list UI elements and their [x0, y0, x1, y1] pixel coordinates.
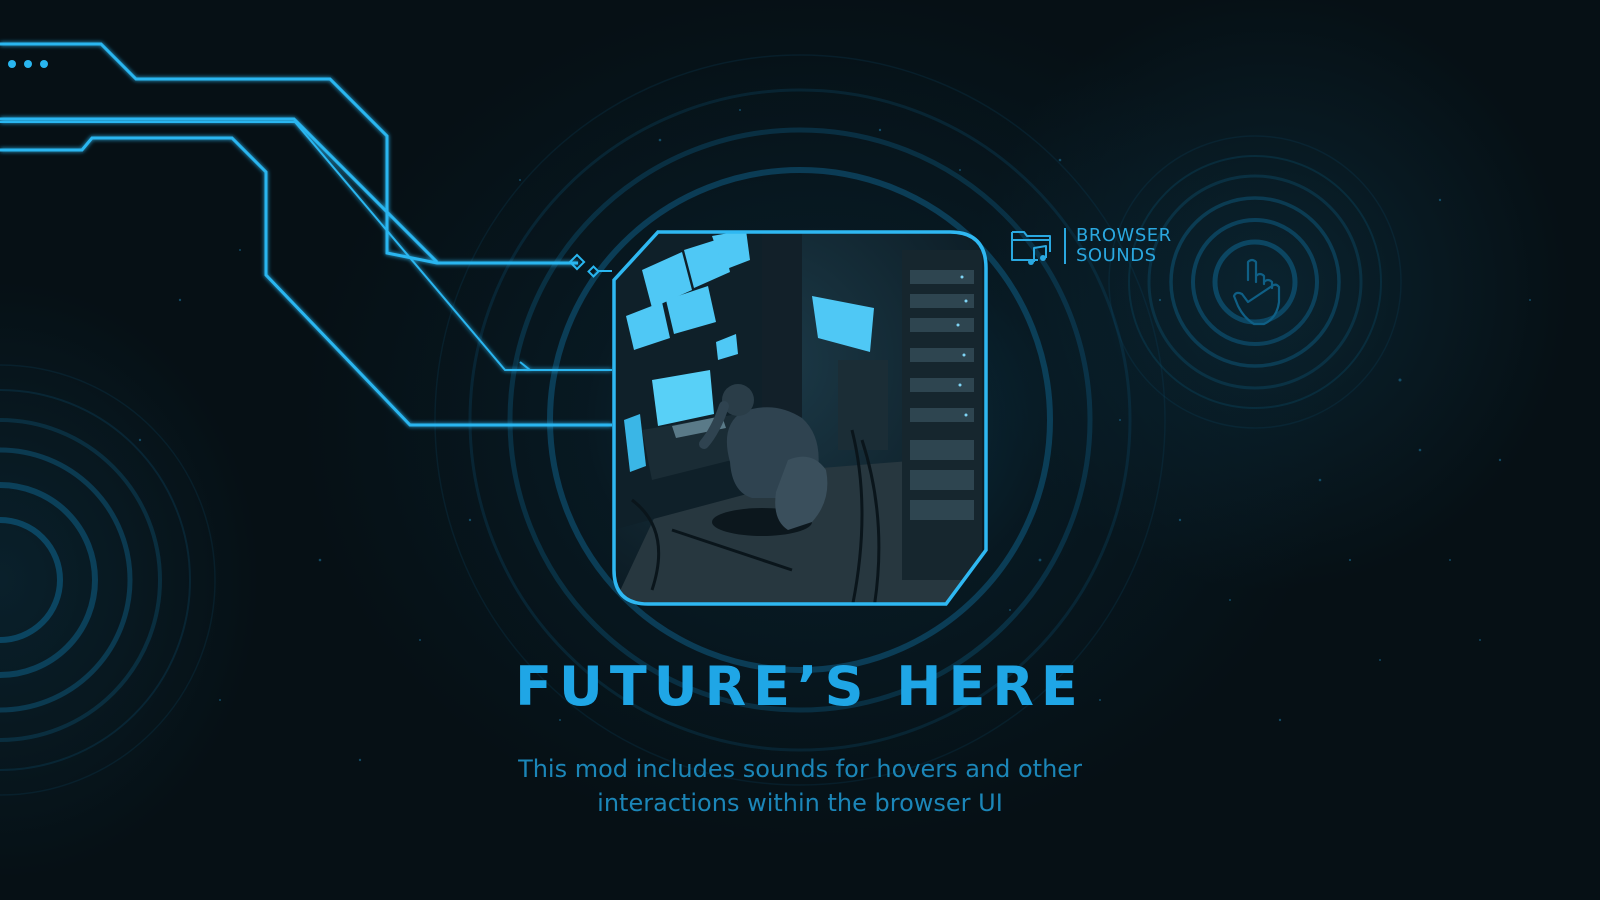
brand-name-line2: SOUNDS: [1076, 245, 1157, 266]
brand-logo: BROWSER SOUNDS: [1010, 226, 1172, 266]
description-line1: This mod includes sounds for hovers and …: [518, 755, 1082, 783]
hand-pointer-icon: [1232, 258, 1281, 326]
left-sound-rings: [0, 364, 216, 796]
brand-name-line1: BROWSER: [1076, 225, 1172, 246]
description-line2: interactions within the browser UI: [597, 789, 1003, 817]
brand-divider: [1064, 228, 1066, 264]
folder-music-icon: [1011, 231, 1051, 265]
server-room-illustration: [612, 230, 988, 606]
three-dots-icon: [8, 60, 48, 68]
description: This mod includes sounds for hovers and …: [0, 752, 1600, 820]
headline: FUTURE’S HERE: [515, 655, 1085, 718]
circuit-lines: [0, 42, 612, 427]
brand-name: BROWSER SOUNDS: [1076, 226, 1172, 266]
promo-banner: BROWSER SOUNDS FUTURE’S HERE This mod in…: [0, 0, 1600, 900]
